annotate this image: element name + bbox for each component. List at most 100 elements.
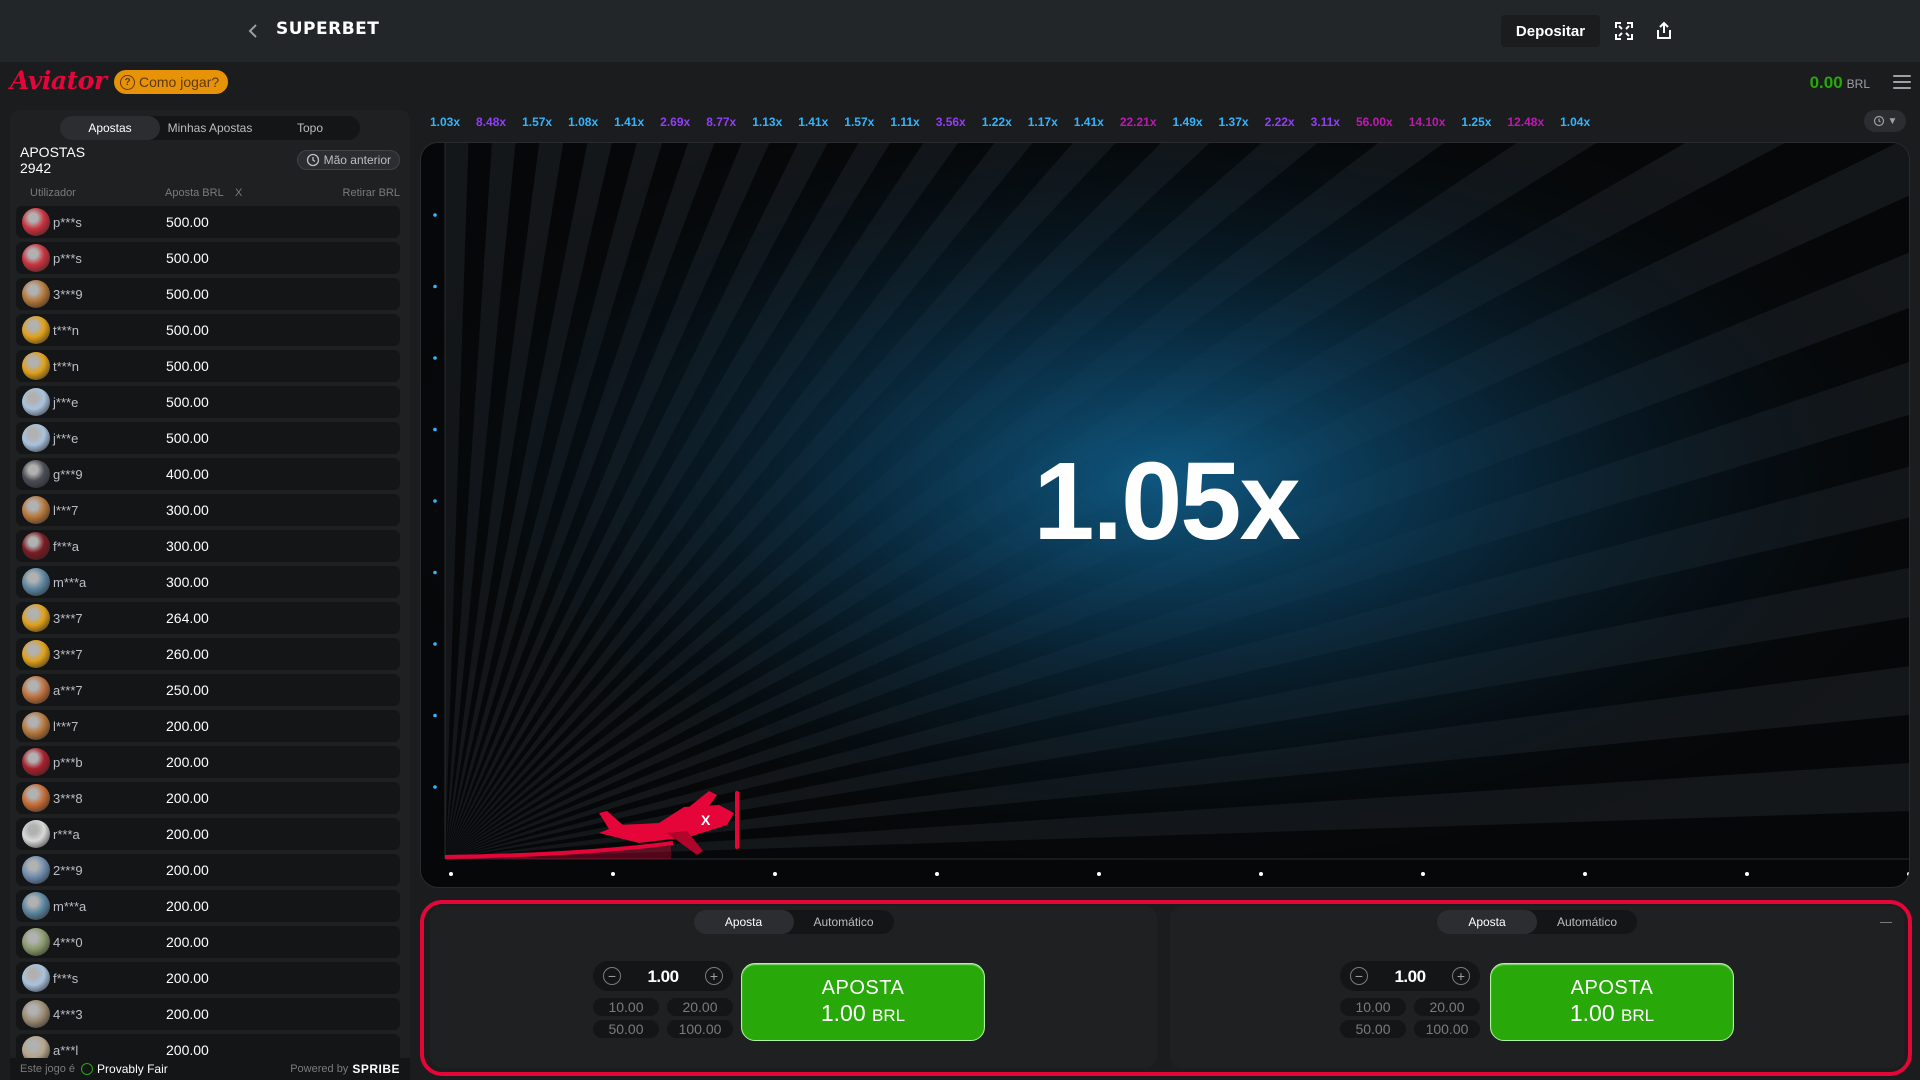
place-bet-button[interactable]: APOSTA 1.00 BRL bbox=[1490, 963, 1734, 1041]
footer-prefix: Este jogo é bbox=[20, 1063, 76, 1075]
payout-badge[interactable]: 3.56x bbox=[936, 115, 966, 129]
payout-badge[interactable]: 1.22x bbox=[982, 115, 1012, 129]
payout-badge[interactable]: 1.08x bbox=[568, 115, 598, 129]
help-icon: ? bbox=[120, 74, 135, 90]
user-name: f***s bbox=[53, 970, 79, 986]
increase-stake-button[interactable]: + bbox=[1452, 967, 1470, 985]
bet-amount: 260.00 bbox=[166, 646, 209, 662]
payout-badge[interactable]: 1.41x bbox=[798, 115, 828, 129]
table-row: 4***0 200.00 bbox=[16, 926, 400, 958]
tab-auto[interactable]: Automático bbox=[794, 910, 894, 934]
user-name: a***l bbox=[53, 1042, 79, 1058]
tab-bet[interactable]: Aposta bbox=[693, 910, 794, 934]
avatar bbox=[22, 208, 50, 236]
back-button[interactable] bbox=[238, 16, 268, 46]
avatar bbox=[22, 928, 50, 956]
quick-stake-button[interactable]: 50.00 bbox=[593, 1020, 659, 1038]
stake-stepper: − 1.00 + bbox=[1340, 961, 1480, 991]
check-icon bbox=[81, 1063, 94, 1075]
previous-hand-button[interactable]: Mão anterior bbox=[296, 150, 400, 170]
avatar bbox=[22, 460, 50, 488]
fullscreen-button[interactable] bbox=[1608, 15, 1640, 47]
table-row: r***a 200.00 bbox=[16, 818, 400, 850]
how-to-play-label: Como jogar? bbox=[139, 74, 220, 90]
payout-badge[interactable]: 1.49x bbox=[1173, 115, 1203, 129]
quick-stake-button[interactable]: 20.00 bbox=[667, 998, 733, 1016]
quick-stake-button[interactable]: 10.00 bbox=[593, 998, 659, 1016]
chevron-left-icon bbox=[248, 24, 257, 38]
payouts-history: 1.03x 8.48x 1.57x 1.08x 1.41x 2.69x 8.77x 1.13x… bbox=[430, 112, 1830, 132]
payout-badge[interactable]: 12.48x bbox=[1507, 115, 1544, 129]
bet-amount: 200.00 bbox=[166, 754, 209, 770]
payout-badge[interactable]: 1.04x bbox=[1560, 115, 1590, 129]
place-bet-value: 1.00 bbox=[820, 1000, 866, 1026]
payout-badge[interactable]: 1.57x bbox=[844, 115, 874, 129]
remove-panel-button[interactable] bbox=[1880, 922, 1892, 923]
bet-amount: 200.00 bbox=[166, 826, 209, 842]
provably-fair-link[interactable]: Provably Fair bbox=[81, 1062, 168, 1076]
table-row: l***7 300.00 bbox=[16, 494, 400, 526]
payout-badge[interactable]: 2.22x bbox=[1265, 115, 1295, 129]
share-button[interactable] bbox=[1648, 15, 1680, 47]
user-name: 3***8 bbox=[53, 790, 83, 806]
quick-stake-button[interactable]: 10.00 bbox=[1340, 998, 1406, 1016]
quick-stake-button[interactable]: 50.00 bbox=[1340, 1020, 1406, 1038]
bet-amount: 264.00 bbox=[166, 610, 209, 626]
payout-badge[interactable]: 3.11x bbox=[1311, 115, 1340, 129]
avatar bbox=[22, 424, 50, 452]
user-name: 3***9 bbox=[53, 286, 83, 302]
payout-badge[interactable]: 22.21x bbox=[1120, 115, 1157, 129]
payout-badge[interactable]: 1.11x bbox=[890, 115, 919, 129]
table-row: f***s 200.00 bbox=[16, 962, 400, 994]
payout-badge[interactable]: 8.77x bbox=[706, 115, 736, 129]
table-row: m***a 300.00 bbox=[16, 566, 400, 598]
bet-amount: 500.00 bbox=[166, 394, 209, 410]
payout-badge[interactable]: 8.48x bbox=[476, 115, 506, 129]
user-name: 4***0 bbox=[53, 934, 83, 950]
bet-amount: 500.00 bbox=[166, 358, 209, 374]
tab-all-bets[interactable]: Apostas bbox=[60, 116, 160, 140]
payout-badge[interactable]: 1.03x bbox=[430, 115, 460, 129]
bet-amount: 200.00 bbox=[166, 790, 209, 806]
increase-stake-button[interactable]: + bbox=[705, 967, 723, 985]
quick-stake-button[interactable]: 20.00 bbox=[1414, 998, 1480, 1016]
tab-auto[interactable]: Automático bbox=[1537, 910, 1637, 934]
avatar bbox=[22, 964, 50, 992]
history-dropdown-button[interactable]: ▼ bbox=[1864, 110, 1906, 132]
menu-icon[interactable] bbox=[1892, 72, 1912, 92]
table-row: t***n 500.00 bbox=[16, 314, 400, 346]
payout-badge[interactable]: 1.41x bbox=[1074, 115, 1104, 129]
how-to-play-button[interactable]: ? Como jogar? bbox=[114, 70, 229, 94]
tab-my-bets[interactable]: Minhas Apostas bbox=[160, 116, 260, 140]
payout-badge[interactable]: 1.41x bbox=[614, 115, 644, 129]
bet-amount: 300.00 bbox=[166, 502, 209, 518]
game-header: Aviator ? Como jogar? 0.00 BRL bbox=[0, 62, 1920, 102]
payout-badge[interactable]: 14.10x bbox=[1409, 115, 1446, 129]
payout-badge[interactable]: 1.57x bbox=[522, 115, 552, 129]
place-bet-button[interactable]: APOSTA 1.00 BRL bbox=[741, 963, 985, 1041]
aviator-logo: Aviator bbox=[10, 66, 107, 95]
tab-top[interactable]: Topo bbox=[260, 116, 360, 140]
bet-amount: 200.00 bbox=[166, 970, 209, 986]
payout-badge[interactable]: 1.37x bbox=[1219, 115, 1249, 129]
bet-amount: 500.00 bbox=[166, 214, 209, 230]
payout-badge[interactable]: 2.69x bbox=[660, 115, 690, 129]
place-bet-amount: 1.00 BRL bbox=[821, 1000, 905, 1027]
brand-logo[interactable]: SUPERBET bbox=[276, 19, 379, 39]
table-row: 3***7 260.00 bbox=[16, 638, 400, 670]
payout-badge[interactable]: 1.13x bbox=[752, 115, 782, 129]
avatar bbox=[22, 640, 50, 668]
avatar bbox=[22, 856, 50, 884]
balance-currency: BRL bbox=[1846, 77, 1870, 91]
bet-amount: 200.00 bbox=[166, 718, 209, 734]
table-row: t***n 500.00 bbox=[16, 350, 400, 382]
table-row: 4***3 200.00 bbox=[16, 998, 400, 1030]
payout-badge[interactable]: 56.00x bbox=[1356, 115, 1393, 129]
table-row: m***a 200.00 bbox=[16, 890, 400, 922]
payout-badge[interactable]: 1.25x bbox=[1461, 115, 1491, 129]
deposit-button[interactable]: Depositar bbox=[1501, 15, 1600, 47]
tab-bet[interactable]: Aposta bbox=[1437, 910, 1537, 934]
quick-stake-button[interactable]: 100.00 bbox=[1414, 1020, 1480, 1038]
quick-stake-button[interactable]: 100.00 bbox=[667, 1020, 733, 1038]
payout-badge[interactable]: 1.17x bbox=[1028, 115, 1058, 129]
